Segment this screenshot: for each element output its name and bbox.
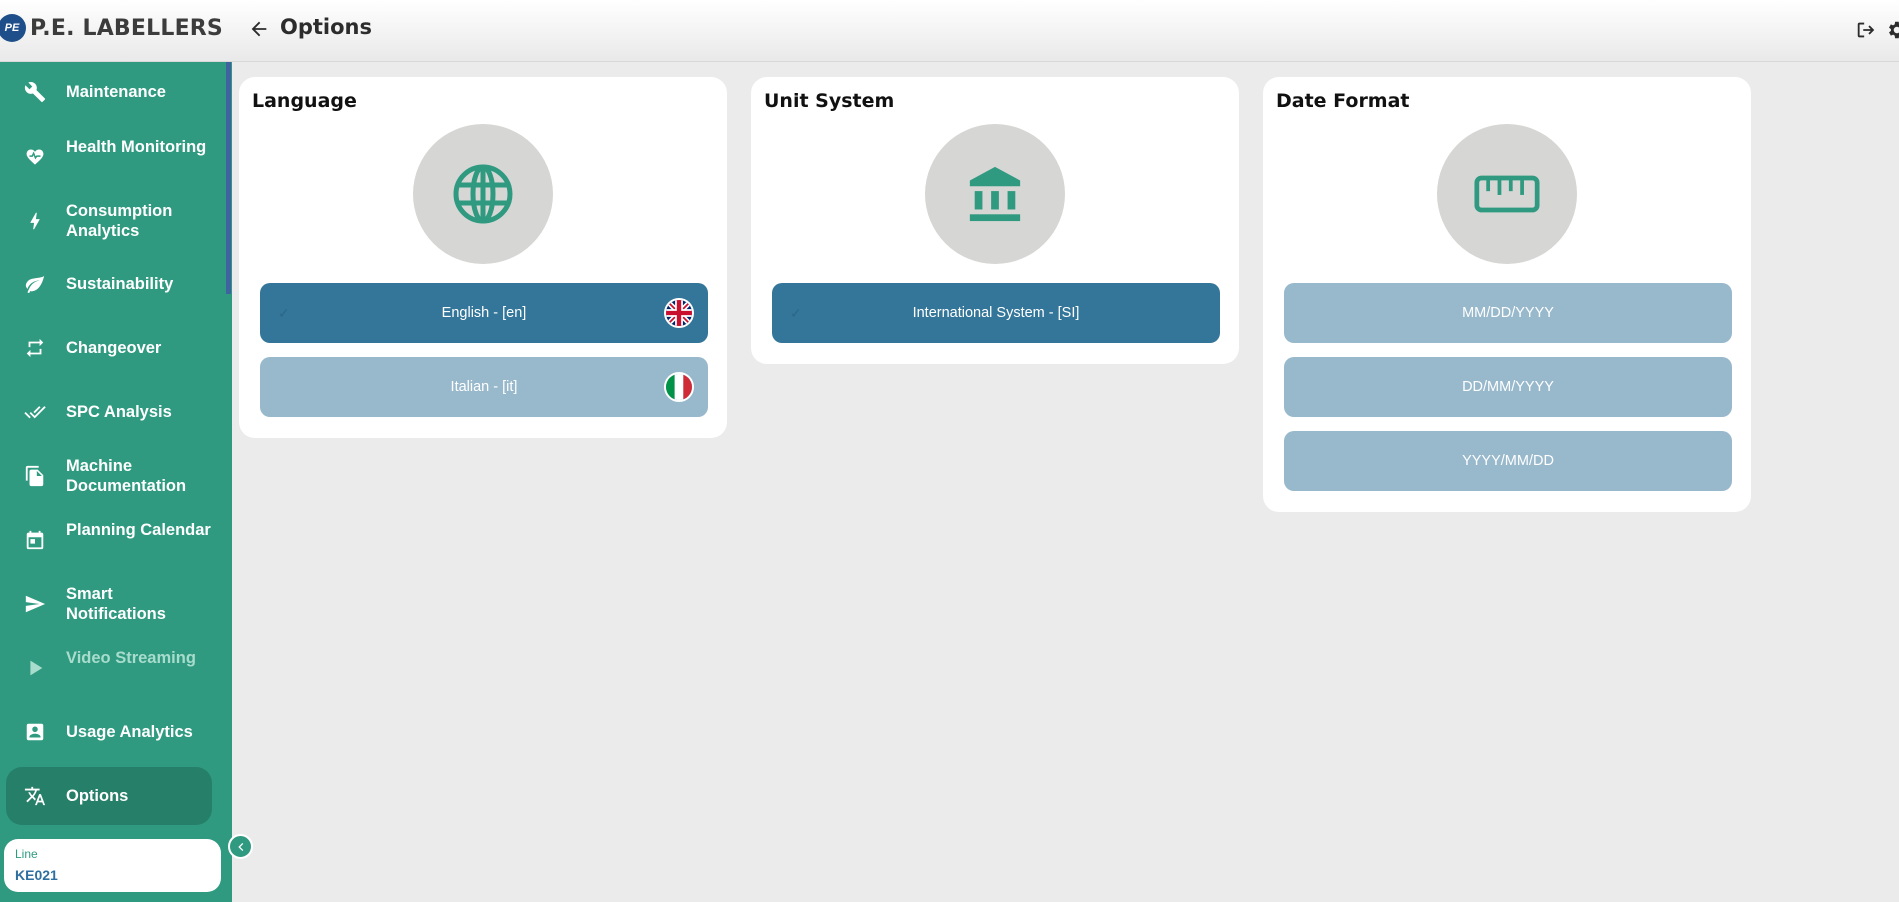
unit-option-si[interactable]: ✓ International System - [SI] (772, 283, 1220, 343)
italy-flag-icon (664, 372, 694, 402)
language-option-italian[interactable]: Italian - [it] (260, 357, 708, 417)
sidebar-item-maintenance[interactable]: Maintenance (6, 63, 212, 121)
translate-icon (22, 783, 48, 809)
page-title: Options (280, 15, 372, 39)
sidebar-item-sustainability[interactable]: Sustainability (6, 255, 212, 313)
bank-icon (925, 124, 1065, 264)
check-icon: ✓ (278, 305, 290, 321)
logo-text: P.E. LABELLERS (30, 15, 223, 41)
wrench-icon (22, 79, 48, 105)
sidebar-scrollbar[interactable] (226, 62, 231, 294)
account-box-icon (22, 719, 48, 745)
option-label: MM/DD/YYYY (1462, 305, 1554, 321)
sidebar-item-label: Health Monitoring (66, 138, 207, 156)
language-option-english[interactable]: ✓ English - [en] (260, 283, 708, 343)
chevron-left-icon (237, 842, 243, 851)
option-label: English - [en] (441, 305, 527, 321)
sidebar-item-usage-analytics[interactable]: Usage Analytics (6, 703, 212, 761)
sidebar-item-label: Maintenance (66, 83, 166, 101)
play-icon (22, 655, 48, 681)
send-icon (22, 591, 48, 617)
ruler-icon (1437, 124, 1577, 264)
repeat-icon (22, 335, 48, 361)
sidebar-item-video-streaming[interactable]: Video Streaming (6, 639, 212, 697)
unit-system-card: Unit System ✓ International System - [SI… (751, 77, 1239, 364)
sidebar-item-consumption-analytics[interactable]: Consumption Analytics (6, 192, 212, 250)
sidebar-item-label: Planning Calendar (66, 521, 211, 539)
date-option-mm-dd-yyyy[interactable]: MM/DD/YYYY (1284, 283, 1732, 343)
logout-icon[interactable] (1855, 19, 1877, 41)
sidebar-item-label: Sustainability (66, 275, 174, 293)
sidebar-item-label: Video Streaming (66, 649, 196, 667)
option-label: YYYY/MM/DD (1462, 453, 1554, 469)
line-selector[interactable]: Line KE021 (4, 839, 221, 892)
date-option-dd-mm-yyyy[interactable]: DD/MM/YYYY (1284, 357, 1732, 417)
sidebar-item-spc-analysis[interactable]: SPC Analysis (6, 383, 212, 441)
sidebar-item-label: SPC Analysis (66, 403, 172, 421)
card-title: Language (252, 90, 357, 112)
card-title: Unit System (764, 90, 895, 112)
top-bar: PE P.E. LABELLERS Options (0, 0, 1899, 62)
uk-flag-icon (664, 298, 694, 328)
option-label: Italian - [it] (450, 379, 518, 395)
sidebar-item-changeover[interactable]: Changeover (6, 319, 212, 377)
date-format-card: Date Format MM/DD/YYYY DD/MM/YYYY YYYY/M… (1263, 77, 1751, 512)
sidebar-item-health-monitoring[interactable]: Health Monitoring (6, 128, 212, 186)
date-option-yyyy-mm-dd[interactable]: YYYY/MM/DD (1284, 431, 1732, 491)
sidebar-item-label: Consumption Analytics (66, 202, 173, 240)
sidebar-item-machine-documentation[interactable]: Machine Documentation (6, 447, 212, 505)
bolt-icon (22, 208, 48, 234)
leaf-icon (22, 271, 48, 297)
sidebar-item-smart-notifications[interactable]: Smart Notifications (6, 575, 212, 633)
sidebar-item-planning-calendar[interactable]: Planning Calendar (6, 511, 212, 569)
calendar-icon (22, 527, 48, 553)
logo: PE P.E. LABELLERS (0, 14, 223, 42)
language-card: Language ✓ English - [en] Italian - [it] (239, 77, 727, 438)
sidebar-item-label: Usage Analytics (66, 723, 193, 741)
line-value: KE021 (15, 867, 58, 883)
sidebar-item-label: Machine Documentation (66, 457, 187, 495)
logo-badge: PE (0, 14, 26, 42)
line-label: Line (15, 847, 38, 861)
double-check-icon (22, 399, 48, 425)
card-title: Date Format (1276, 90, 1410, 112)
heart-pulse-icon (22, 144, 48, 170)
sidebar-item-label: Options (66, 787, 129, 805)
sidebar-item-label: Changeover (66, 339, 162, 357)
globe-icon (413, 124, 553, 264)
back-arrow-icon[interactable] (248, 17, 270, 41)
option-label: International System - [SI] (912, 305, 1080, 321)
sidebar-item-options[interactable]: Options (6, 767, 212, 825)
option-label: DD/MM/YYYY (1462, 379, 1554, 395)
gear-icon[interactable] (1885, 19, 1899, 41)
check-icon: ✓ (790, 305, 802, 321)
collapse-sidebar-button[interactable] (228, 834, 253, 859)
document-icon (22, 463, 48, 489)
sidebar-item-label: Smart Notifications (66, 585, 166, 623)
